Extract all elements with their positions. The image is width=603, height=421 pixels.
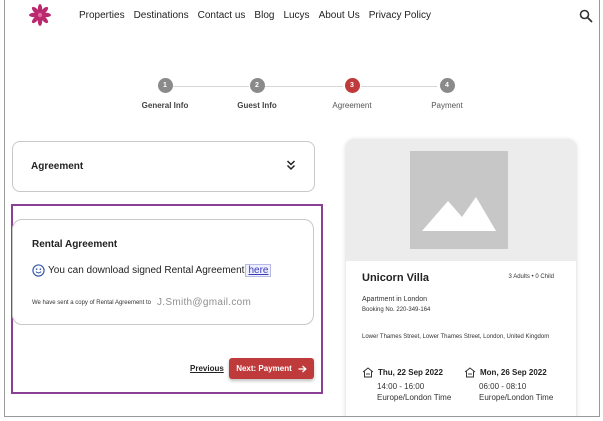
step-number: 1 (157, 78, 173, 93)
step-label: Guest Info (237, 101, 277, 110)
download-text: You can download signed Rental Agreement (48, 265, 245, 276)
checkin-timezone: Europe/London Time (377, 393, 452, 402)
image-placeholder-icon (410, 151, 508, 249)
nav-privacy-policy[interactable]: Privacy Policy (369, 10, 431, 21)
nav-contact-us[interactable]: Contact us (198, 10, 246, 21)
property-summary-card: Unicorn Villa 3 Adults • 0 Child Apartme… (346, 139, 576, 416)
house-arrow-out-icon (464, 367, 476, 378)
checkin-date: Thu, 22 Sep 2022 (378, 368, 443, 377)
step-label: Payment (431, 101, 463, 110)
previous-link[interactable]: Previous (190, 364, 224, 373)
step-number: 3 (344, 78, 360, 93)
checkout-date: Mon, 26 Sep 2022 (480, 368, 547, 377)
double-chevron-down-icon[interactable] (286, 159, 296, 171)
nav-blog[interactable]: Blog (254, 10, 274, 21)
booking-number: Booking No. 220-349-164 (362, 307, 431, 313)
nav-lucys[interactable]: Lucys (283, 10, 309, 21)
nav-about-us[interactable]: About Us (319, 10, 360, 21)
step-label: Agreement (332, 101, 372, 110)
house-arrow-in-icon (362, 367, 374, 378)
step-payment[interactable]: 4 Payment (407, 78, 487, 110)
page: Properties Destinations Contact us Blog … (4, 0, 600, 417)
checkin-block: Thu, 22 Sep 2022 14:00 - 16:00 Europe/Lo… (362, 367, 451, 402)
download-here-link[interactable]: here (245, 264, 272, 277)
next-button-label: Next: Payment (236, 364, 292, 373)
step-agreement[interactable]: 3 Agreement (312, 78, 392, 110)
agreement-title: Agreement (31, 161, 84, 172)
step-general-info[interactable]: 1 General Info (125, 78, 205, 110)
next-payment-button[interactable]: Next: Payment (229, 358, 314, 379)
step-number: 4 (439, 78, 455, 93)
main-nav: Properties Destinations Contact us Blog … (79, 10, 431, 21)
property-type: Apartment in London (362, 296, 427, 303)
guest-count: 3 Adults • 0 Child (508, 274, 554, 280)
step-label: General Info (141, 101, 189, 110)
sent-copy-line: We have sent a copy of Rental Agreement … (32, 297, 251, 308)
step-number: 2 (249, 78, 265, 93)
logo-icon[interactable] (29, 4, 51, 26)
checkout-time: 06:00 - 08:10 (479, 382, 527, 391)
rental-agreement-card: Rental Agreement You can download signed… (12, 219, 314, 325)
nav-destinations[interactable]: Destinations (134, 10, 189, 21)
nav-properties[interactable]: Properties (79, 10, 125, 21)
recipient-email: J.Smith@gmail.com (156, 297, 252, 308)
arrow-right-icon (298, 365, 307, 372)
property-name: Unicorn Villa (362, 272, 430, 284)
sent-text: We have sent a copy of Rental Agreement … (32, 299, 151, 306)
property-image-placeholder (346, 139, 576, 261)
property-address: Lower Thames Street, Lower Thames Street… (362, 334, 550, 340)
search-icon[interactable] (579, 9, 593, 23)
rental-agreement-title: Rental Agreement (32, 239, 118, 250)
checkin-time: 14:00 - 16:00 (377, 382, 425, 391)
step-guest-info[interactable]: 2 Guest Info (217, 78, 297, 110)
checkout-timezone: Europe/London Time (479, 393, 554, 402)
agreement-accordion[interactable]: Agreement (12, 141, 315, 192)
checkout-block: Mon, 26 Sep 2022 06:00 - 08:10 Europe/Lo… (464, 367, 553, 402)
smile-icon (32, 264, 45, 277)
booking-stepper: 1 General Info 2 Guest Info 3 Agreement … (125, 78, 485, 118)
download-line: You can download signed Rental Agreement… (32, 264, 272, 277)
